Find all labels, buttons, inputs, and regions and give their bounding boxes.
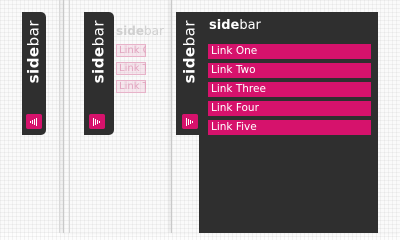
sidebar-tab-title: sidebar <box>89 20 108 84</box>
sidebar-toggle-button[interactable] <box>89 114 105 129</box>
sidebar-ghost-title: sidebar <box>116 24 164 38</box>
ghost-link-item: Link Three <box>116 80 146 93</box>
page-edge <box>69 0 70 233</box>
sidebar-panel: sidebar Link One Link Two Link Three Lin… <box>199 12 378 233</box>
sidebar-tab[interactable]: sidebar <box>84 12 114 135</box>
sidebar-tab-title: sidebar <box>180 20 199 84</box>
sidebar-toggle-button[interactable] <box>26 114 42 129</box>
handle-icon <box>30 117 37 126</box>
sidebar-link-list: Link One Link Two Link Three Link Four L… <box>208 44 371 139</box>
sidebar-toggle-button[interactable] <box>182 114 198 129</box>
sidebar-tab[interactable]: sidebar <box>22 12 46 135</box>
sidebar-link-two[interactable]: Link Two <box>208 63 371 78</box>
ghost-link-item: Link Two <box>116 62 146 75</box>
ghost-link-item: Link One <box>116 44 146 57</box>
sidebar-link-four[interactable]: Link Four <box>208 101 371 116</box>
sidebar-link-three[interactable]: Link Three <box>208 82 371 97</box>
sidebar-link-five[interactable]: Link Five <box>208 120 371 135</box>
page-collapsed: sidebar <box>0 0 60 233</box>
sidebar-title: sidebar <box>209 18 261 33</box>
sidebar-link-one[interactable]: Link One <box>208 44 371 59</box>
sidebar-ghost-links: Link One Link Two Link Three <box>116 44 146 98</box>
sidebar-tab-title: sidebar <box>24 20 43 84</box>
page-edge <box>59 0 60 233</box>
handle-icon <box>186 117 193 126</box>
handle-icon <box>93 117 100 126</box>
